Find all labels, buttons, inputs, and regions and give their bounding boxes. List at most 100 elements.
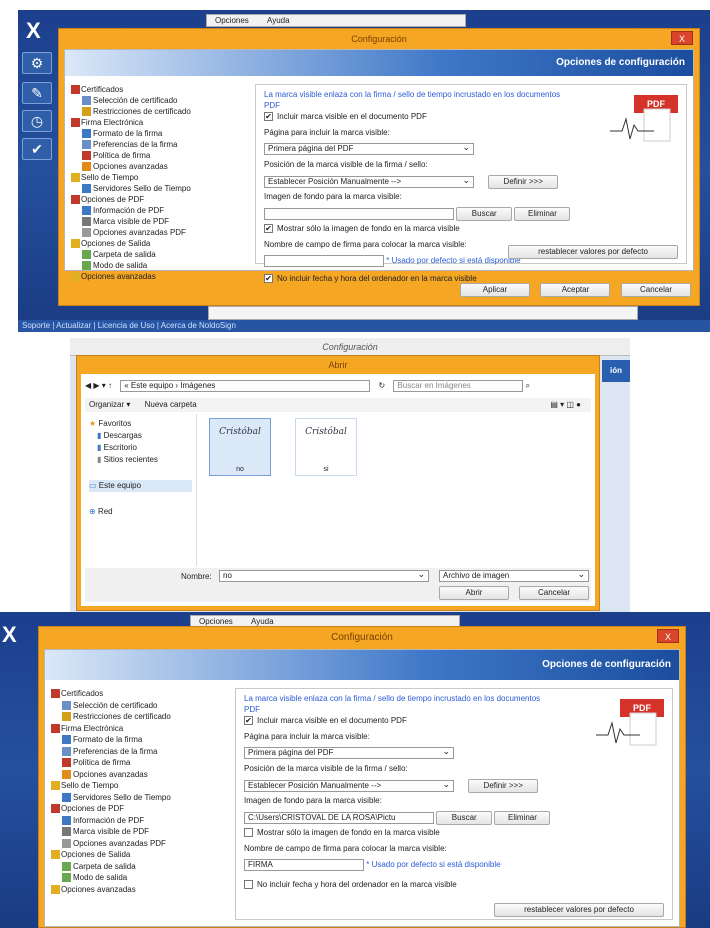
tree-item[interactable]: Marca visible de PDF bbox=[51, 826, 231, 838]
tree-item[interactable]: Opciones avanzadas PDF bbox=[51, 838, 231, 850]
refresh-icon[interactable]: ↻ bbox=[378, 381, 385, 390]
tree-item[interactable]: Servidores Sello de Tiempo bbox=[51, 792, 231, 804]
reset-defaults-button[interactable]: restablecer valores por defecto bbox=[508, 245, 678, 259]
tree-item[interactable]: Política de firma bbox=[71, 150, 251, 161]
tree-item[interactable]: Selección de certificado bbox=[51, 700, 231, 712]
field-name-input[interactable]: FIRMA bbox=[244, 859, 364, 871]
eliminar-button[interactable]: Eliminar bbox=[494, 811, 551, 825]
search-icon[interactable]: ⌕ bbox=[526, 381, 530, 390]
buscar-button[interactable]: Buscar bbox=[436, 811, 493, 825]
tree-item[interactable]: Modo de salida bbox=[71, 260, 251, 271]
tree-item[interactable]: Información de PDF bbox=[51, 815, 231, 827]
mark-icon bbox=[62, 827, 71, 836]
nav-descargas[interactable]: ▮ Descargas bbox=[89, 430, 192, 442]
timestamp-tool-button[interactable]: ◷ bbox=[22, 110, 52, 132]
tree-item[interactable]: Firma Electrónica bbox=[51, 723, 231, 735]
bg-label: Imagen de fondo para la marca visible: bbox=[264, 192, 402, 201]
aceptar-button[interactable]: Aceptar bbox=[540, 283, 611, 297]
search-tool-button[interactable]: ⚙ bbox=[22, 52, 52, 74]
tree-item[interactable]: Preferencias de la firma bbox=[71, 139, 251, 150]
menu-opciones[interactable]: Opciones bbox=[199, 617, 233, 626]
nav-favoritos[interactable]: ★ Favoritos bbox=[89, 418, 192, 430]
file-item-no[interactable]: Cristóbal no bbox=[209, 418, 271, 476]
tree-item[interactable]: Certificados bbox=[71, 84, 251, 95]
tree-item[interactable]: Sello de Tiempo bbox=[51, 780, 231, 792]
tree-item[interactable]: Opciones de PDF bbox=[71, 194, 251, 205]
filename-label: Nombre: bbox=[181, 572, 212, 581]
tree-item[interactable]: Opciones avanzadas bbox=[51, 884, 231, 896]
no-date-checkbox[interactable] bbox=[244, 880, 253, 890]
tree-item[interactable]: Formato de la firma bbox=[51, 734, 231, 746]
close-button[interactable]: X bbox=[657, 629, 679, 643]
tree-item[interactable]: Modo de salida bbox=[51, 872, 231, 884]
define-button[interactable]: Definir >>> bbox=[468, 779, 539, 793]
cancelar-button[interactable]: Cancelar bbox=[621, 283, 691, 297]
menu-ayuda[interactable]: Ayuda bbox=[267, 16, 290, 25]
tree-item[interactable]: Opciones de Salida bbox=[51, 849, 231, 861]
position-select[interactable]: Establecer Posición Manualmente --> bbox=[264, 175, 474, 188]
page-select[interactable]: Primera página del PDF bbox=[264, 142, 474, 155]
tree-item[interactable]: Firma Electrónica bbox=[71, 117, 251, 128]
buscar-button[interactable]: Buscar bbox=[456, 207, 513, 221]
organize-menu[interactable]: Organizar ▾ bbox=[89, 400, 130, 409]
filename-input[interactable]: no bbox=[219, 569, 429, 582]
new-folder-button[interactable]: Nueva carpeta bbox=[145, 400, 197, 409]
tree-item[interactable]: Carpeta de salida bbox=[51, 861, 231, 873]
computer-icon: ▭ bbox=[89, 481, 97, 490]
pen-icon bbox=[51, 723, 60, 733]
eliminar-button[interactable]: Eliminar bbox=[514, 207, 571, 221]
tree-item[interactable]: Opciones avanzadas bbox=[51, 769, 231, 781]
include-mark-checkbox[interactable]: ✔ bbox=[244, 716, 253, 726]
pdf-icon bbox=[71, 195, 80, 204]
page-select[interactable]: Primera página del PDF bbox=[244, 746, 454, 759]
tree-item[interactable]: Servidores Sello de Tiempo bbox=[71, 183, 251, 194]
tree-item[interactable]: Carpeta de salida bbox=[71, 249, 251, 260]
nav-recientes[interactable]: ▮ Sitios recientes bbox=[89, 454, 192, 466]
nav-red[interactable]: ⊕ Red bbox=[89, 506, 192, 518]
tree-item[interactable]: Opciones avanzadas bbox=[71, 271, 251, 282]
tree-item[interactable]: Preferencias de la firma bbox=[51, 746, 231, 758]
tree-item[interactable]: Certificados bbox=[51, 688, 231, 700]
filetype-select[interactable]: Archivo de imagen bbox=[439, 569, 589, 582]
tree-item-label: Opciones avanzadas bbox=[81, 272, 156, 281]
address-bar[interactable]: « Este equipo › Imágenes bbox=[120, 379, 371, 392]
view-options-icon[interactable]: ▤ ▾ ◫ ● bbox=[550, 398, 581, 412]
bg-dialog-title: Configuración bbox=[70, 338, 630, 356]
position-select[interactable]: Establecer Posición Manualmente --> bbox=[244, 779, 454, 792]
reset-defaults-button[interactable]: restablecer valores por defecto bbox=[494, 903, 664, 917]
bg-image-input[interactable]: C:\Users\CRISTOVAL DE LA ROSA\Pictu bbox=[244, 812, 434, 824]
tree-item[interactable]: Restricciones de certificado bbox=[51, 711, 231, 723]
only-bg-checkbox[interactable] bbox=[244, 828, 253, 838]
nav-este-equipo[interactable]: ▭ Este equipo bbox=[89, 480, 192, 492]
open-button[interactable]: Abrir bbox=[439, 586, 509, 600]
tree-item[interactable]: Marca visible de PDF bbox=[71, 216, 251, 227]
aplicar-button[interactable]: Aplicar bbox=[459, 283, 530, 297]
tree-item[interactable]: Selección de certificado bbox=[71, 95, 251, 106]
tree-item[interactable]: Formato de la firma bbox=[71, 128, 251, 139]
nav-escritorio[interactable]: ▮ Escritorio bbox=[89, 442, 192, 454]
only-bg-checkbox[interactable]: ✔ bbox=[264, 224, 273, 234]
bg-image-input[interactable] bbox=[264, 208, 454, 220]
sign-tool-button[interactable]: ✎ bbox=[22, 82, 52, 104]
menu-ayuda[interactable]: Ayuda bbox=[251, 617, 274, 626]
tree-item[interactable]: Política de firma bbox=[51, 757, 231, 769]
tree-item[interactable]: Opciones de PDF bbox=[51, 803, 231, 815]
file-item-si[interactable]: Cristóbal si bbox=[295, 418, 357, 476]
tree-item[interactable]: Opciones de Salida bbox=[71, 238, 251, 249]
define-button[interactable]: Definir >>> bbox=[488, 175, 559, 189]
search-input[interactable]: Buscar en Imágenes bbox=[393, 379, 524, 392]
tree-item[interactable]: Sello de Tiempo bbox=[71, 172, 251, 183]
verify-tool-button[interactable]: ✔ bbox=[22, 138, 52, 160]
signature-thumbnail: Cristóbal bbox=[305, 427, 347, 437]
field-name-input[interactable] bbox=[264, 255, 384, 267]
include-mark-checkbox[interactable]: ✔ bbox=[264, 112, 273, 122]
close-button[interactable]: X bbox=[671, 31, 693, 45]
menu-opciones[interactable]: Opciones bbox=[215, 16, 249, 25]
back-icon[interactable]: ◀ ▶ ▾ ↑ bbox=[85, 381, 112, 390]
tree-item[interactable]: Información de PDF bbox=[71, 205, 251, 216]
cancel-button[interactable]: Cancelar bbox=[519, 586, 589, 600]
tree-item[interactable]: Restricciones de certificado bbox=[71, 106, 251, 117]
no-date-checkbox[interactable]: ✔ bbox=[264, 274, 273, 284]
tree-item[interactable]: Opciones avanzadas PDF bbox=[71, 227, 251, 238]
tree-item[interactable]: Opciones avanzadas bbox=[71, 161, 251, 172]
